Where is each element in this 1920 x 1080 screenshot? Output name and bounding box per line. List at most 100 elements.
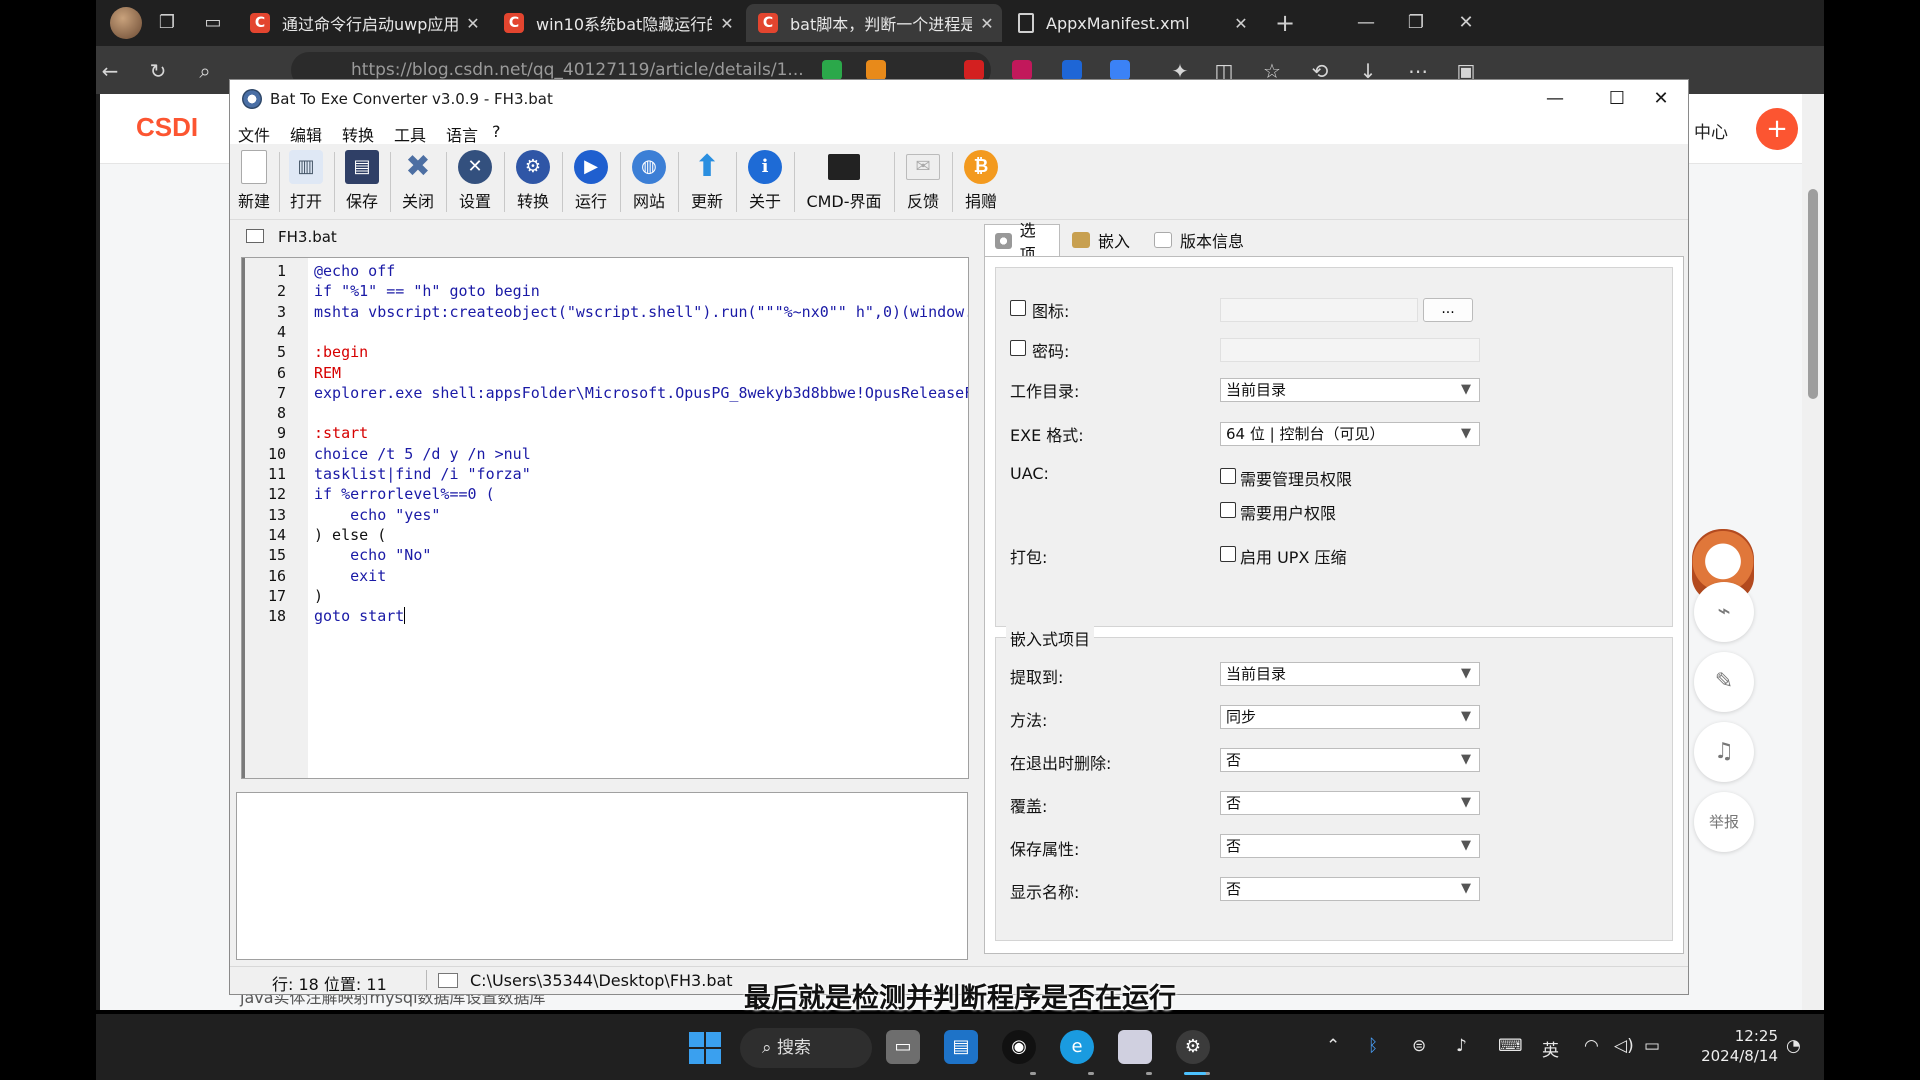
shield-extension-icon[interactable] — [822, 60, 842, 80]
chart-icon[interactable]: ⌁ — [1694, 582, 1754, 642]
qq-icon[interactable]: ◉ — [1002, 1030, 1036, 1064]
create-plus-icon[interactable]: + — [1756, 108, 1798, 150]
menu-help[interactable]: ? — [492, 122, 501, 141]
ime-indicator[interactable]: 英 — [1542, 1036, 1559, 1061]
extension-icon[interactable] — [964, 60, 984, 80]
workdir-select[interactable]: 当前目录 ▼ — [1220, 378, 1480, 402]
headset-icon[interactable]: ♫ — [1694, 722, 1754, 782]
bat-to-exe-taskbar-icon[interactable]: ⚙ — [1176, 1030, 1210, 1064]
page-scrollbar[interactable] — [1802, 94, 1824, 1010]
wifi-icon[interactable]: ◠ — [1584, 1036, 1599, 1056]
embedded-option-select[interactable]: 同步 ▼ — [1220, 705, 1480, 729]
close-icon[interactable]: ✕ — [1226, 14, 1256, 33]
extension-icon[interactable] — [1012, 60, 1032, 80]
extension-icon[interactable] — [1062, 60, 1082, 80]
close-icon[interactable]: ✕ — [972, 14, 1002, 33]
tab-embed[interactable]: 嵌入 — [1062, 224, 1140, 256]
embedded-option-select[interactable]: 否 ▼ — [1220, 748, 1480, 772]
settings-button[interactable]: ✕ 设置 — [452, 148, 498, 216]
close-icon[interactable]: ✕ — [712, 14, 742, 33]
windows-start-icon[interactable] — [689, 1032, 721, 1064]
tab-version-info[interactable]: 版本信息 — [1144, 224, 1254, 256]
uac-admin-checkbox[interactable] — [1220, 468, 1236, 484]
profile-avatar[interactable] — [110, 7, 142, 39]
bluetooth-icon[interactable]: ᛒ — [1368, 1036, 1378, 1056]
convert-button[interactable]: ⚙ 转换 — [510, 148, 556, 216]
menu-edit[interactable]: 编辑 — [290, 122, 322, 146]
tray-app-icon[interactable]: ⊜ — [1412, 1036, 1426, 1056]
close-icon[interactable]: ✕ — [458, 14, 488, 33]
embedded-option-select[interactable]: 否 ▼ — [1220, 877, 1480, 901]
microphone-icon[interactable]: ♪ — [1456, 1036, 1467, 1056]
battery-icon[interactable]: ▭ — [1644, 1036, 1660, 1056]
collections-icon[interactable]: ❐ — [154, 10, 180, 36]
chevron-up-icon[interactable]: ⌃ — [1326, 1036, 1340, 1056]
scroll-thumb[interactable] — [1808, 189, 1818, 399]
about-button[interactable]: i 关于 — [742, 148, 788, 216]
update-button[interactable]: ⬆ 更新 — [684, 148, 730, 216]
report-button[interactable]: 举报 — [1694, 792, 1754, 852]
keyboard-icon[interactable]: ⌨ — [1498, 1036, 1523, 1056]
close-file-button[interactable]: ✖ 关闭 — [396, 148, 440, 216]
maximize-icon[interactable]: ☐ — [1594, 84, 1640, 114]
close-icon[interactable]: ✕ — [1638, 84, 1684, 114]
file-tab[interactable]: FH3.bat — [236, 224, 344, 250]
save-button[interactable]: ▤ 保存 — [340, 148, 384, 216]
task-view-icon[interactable]: ▭ — [886, 1030, 920, 1064]
menu-tools[interactable]: 工具 — [394, 122, 426, 146]
cmd-ui-button[interactable]: CMD-界面 — [800, 148, 888, 216]
icon-browse-button[interactable]: ... — [1423, 298, 1473, 322]
exe-format-select[interactable]: 64 位 | 控制台（可见） ▼ — [1220, 422, 1480, 446]
browser-restore-icon[interactable]: ❐ — [1396, 8, 1436, 38]
back-icon[interactable]: ← — [96, 58, 124, 84]
run-button[interactable]: ▶ 运行 — [568, 148, 614, 216]
tab-options[interactable]: 选项 — [984, 221, 1060, 264]
explorer-icon[interactable]: ▤ — [944, 1030, 978, 1064]
header-link[interactable]: 中心 — [1694, 118, 1728, 143]
search-icon[interactable]: ⌕ — [191, 58, 219, 84]
password-field[interactable] — [1220, 338, 1480, 362]
icon-checkbox[interactable] — [1010, 300, 1026, 316]
app-icon[interactable] — [1118, 1030, 1152, 1064]
edge-icon[interactable]: e — [1060, 1030, 1094, 1064]
refresh-icon[interactable]: ↻ — [144, 58, 172, 84]
browser-close-icon[interactable]: ✕ — [1446, 8, 1486, 38]
embedded-option-select[interactable]: 否 ▼ — [1220, 791, 1480, 815]
csdn-logo[interactable]: CSDI — [136, 112, 198, 143]
code-line: echo "yes" — [314, 505, 441, 524]
uac-user-label: 需要用户权限 — [1240, 504, 1337, 523]
website-button[interactable]: ◍ 网站 — [626, 148, 672, 216]
icon-path-field[interactable] — [1220, 298, 1418, 322]
minimize-icon[interactable]: — — [1532, 84, 1578, 114]
open-button[interactable]: ▥ 打开 — [284, 148, 328, 216]
donate-button[interactable]: ₿ 捐赠 — [958, 148, 1004, 216]
clock[interactable]: 12:25 2024/8/14 — [1692, 1026, 1778, 1066]
notification-icon[interactable]: ◔ — [1786, 1036, 1801, 1056]
extension-icon[interactable] — [1110, 60, 1130, 80]
feedback-button[interactable]: ✉ 反馈 — [900, 148, 946, 216]
menu-language[interactable]: 语言 — [446, 122, 478, 146]
browser-minimize-icon[interactable]: — — [1346, 8, 1386, 38]
extension-icon[interactable] — [866, 60, 886, 80]
tab-actions-icon[interactable]: ▭ — [200, 10, 226, 36]
edit-icon[interactable]: ✎ — [1694, 652, 1754, 712]
embedded-option-select[interactable]: 否 ▼ — [1220, 834, 1480, 858]
password-checkbox[interactable] — [1010, 340, 1026, 356]
code-editor[interactable]: 1 2 3 4 5 6 7 8 9 10 11 12 13 14 15 16 17 18 @echo off if … — [241, 257, 969, 779]
browser-tab-4[interactable]: AppxManifest.xml ✕ — [1006, 4, 1256, 42]
browser-tab-1[interactable]: C 通过命令行启动uwp应用_安装uw ✕ — [238, 4, 488, 42]
browser-tab-3-active[interactable]: C bat脚本，判断一个进程是否存在 ✕ — [746, 4, 1002, 42]
app-title-bar[interactable]: Bat To Exe Converter v3.0.9 - FH3.bat — … — [230, 80, 1688, 118]
menu-file[interactable]: 文件 — [238, 122, 270, 146]
output-pane[interactable] — [236, 792, 968, 960]
uac-user-checkbox[interactable] — [1220, 502, 1236, 518]
menu-convert[interactable]: 转换 — [342, 122, 374, 146]
embedded-option-select[interactable]: 当前目录 ▼ — [1220, 662, 1480, 686]
upx-checkbox[interactable] — [1220, 546, 1236, 562]
taskbar-search[interactable]: ⌕ 搜索 — [740, 1028, 872, 1068]
new-tab-icon[interactable]: + — [1272, 10, 1298, 36]
new-button[interactable]: 新建 — [234, 148, 274, 216]
browser-tab-2[interactable]: C win10系统bat隐藏运行的cmd窗口 ✕ — [492, 4, 742, 42]
box-icon — [1072, 232, 1090, 248]
volume-icon[interactable]: ◁) — [1614, 1036, 1634, 1056]
